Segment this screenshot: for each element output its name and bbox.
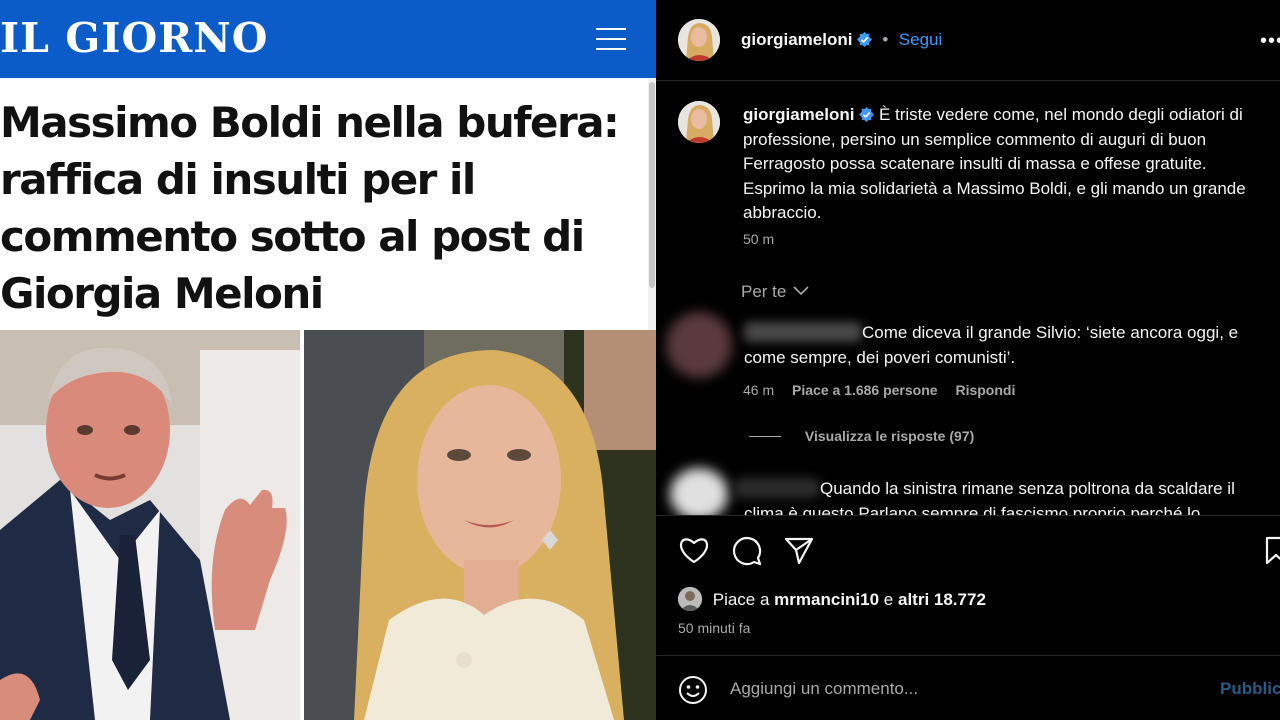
separator-dot: • bbox=[882, 30, 889, 49]
photo-massimo-boldi bbox=[0, 330, 300, 720]
verified-badge-icon bbox=[859, 107, 875, 122]
liked-by-summary[interactable]: Piace a mrmancini10 e altri 18.772 bbox=[678, 587, 986, 611]
comment-text: Quando la sinistra rimane senza poltrona… bbox=[744, 479, 1235, 515]
add-comment-input[interactable]: Aggiungi un commento... bbox=[730, 679, 1200, 699]
post-actions: Piace a mrmancini10 e altri 18.772 50 mi… bbox=[656, 515, 1280, 655]
verified-badge-icon bbox=[856, 32, 872, 47]
caption-username[interactable]: giorgiameloni bbox=[743, 105, 854, 124]
liked-by-others[interactable]: altri 18.772 bbox=[898, 590, 986, 609]
hamburger-menu-icon[interactable] bbox=[596, 28, 626, 50]
comment-meta: 46 m Piace a 1.686 persone Rispondi bbox=[743, 382, 1029, 398]
view-replies-label: Visualizza le risposte (97) bbox=[804, 428, 975, 444]
emoji-icon[interactable] bbox=[678, 675, 708, 705]
comment-bubble-icon[interactable] bbox=[731, 535, 763, 567]
like-heart-icon[interactable] bbox=[678, 535, 710, 565]
article-scrollbar[interactable] bbox=[648, 78, 656, 330]
article-headline: Massimo Boldi nella bufera: raffica di i… bbox=[0, 98, 620, 318]
profile-avatar[interactable] bbox=[678, 19, 720, 61]
instagram-post-panel: giorgiameloni • Segui ••• giorgiameloni bbox=[656, 0, 1280, 720]
comment-time: 46 m bbox=[743, 382, 775, 398]
bookmark-save-icon[interactable] bbox=[1264, 535, 1280, 565]
comment-filter-dropdown[interactable]: Per te bbox=[741, 282, 809, 302]
view-replies-button[interactable]: Visualizza le risposte (97) bbox=[749, 428, 974, 444]
publish-button[interactable]: Pubblica bbox=[1220, 679, 1280, 699]
caption-timestamp: 50 m bbox=[743, 231, 775, 247]
comments-list[interactable]: Come diceva il grande Silvio: ‘siete anc… bbox=[656, 300, 1280, 515]
liked-by-user[interactable]: mrmancini10 bbox=[774, 590, 879, 609]
blurred-commenter-avatar[interactable] bbox=[666, 312, 732, 378]
reply-button[interactable]: Rispondi bbox=[955, 382, 1015, 398]
post-header: giorgiameloni • Segui ••• bbox=[656, 0, 1280, 81]
comment-filter-label: Per te bbox=[741, 282, 787, 301]
comment-composer: Aggiungi un commento... Pubblica bbox=[656, 655, 1280, 720]
comment-text: Come diceva il grande Silvio: ‘siete anc… bbox=[744, 323, 1239, 367]
liked-by-mid: e bbox=[883, 590, 894, 609]
more-options-icon[interactable]: ••• bbox=[1260, 30, 1280, 53]
news-article-panel: IL GIORNO Massimo Boldi nella bufera: ra… bbox=[0, 0, 656, 720]
comment-likes-link[interactable]: Piace a 1.686 persone bbox=[792, 382, 938, 398]
photo-giorgia-meloni bbox=[304, 330, 656, 720]
liker-avatar[interactable] bbox=[678, 587, 702, 611]
news-header: IL GIORNO bbox=[0, 0, 656, 78]
caption-avatar[interactable] bbox=[678, 101, 720, 143]
scrollbar-thumb[interactable] bbox=[649, 82, 655, 288]
chevron-down-icon bbox=[793, 286, 809, 296]
share-send-icon[interactable] bbox=[783, 535, 815, 567]
il-giorno-logo[interactable]: IL GIORNO bbox=[0, 14, 268, 62]
post-timestamp: 50 minuti fa bbox=[678, 620, 751, 636]
liked-by-prefix: Piace a bbox=[712, 590, 770, 609]
replies-divider bbox=[749, 436, 781, 437]
post-username[interactable]: giorgiameloni bbox=[741, 30, 852, 49]
follow-button[interactable]: Segui bbox=[899, 30, 942, 49]
blurred-commenter-avatar[interactable] bbox=[670, 468, 728, 515]
